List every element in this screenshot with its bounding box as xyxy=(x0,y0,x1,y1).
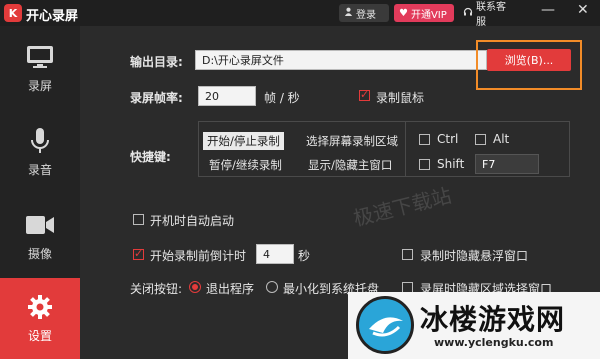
heart-icon: ♥ xyxy=(399,7,408,19)
hotkey-key-value: F7 xyxy=(482,157,496,171)
ctrl-label: Ctrl xyxy=(437,132,459,146)
login-button[interactable]: 登录 xyxy=(339,4,389,22)
countdown-input[interactable]: 4 xyxy=(256,244,294,264)
shift-label: Shift xyxy=(437,157,465,171)
minimize-tray-radio[interactable] xyxy=(266,281,278,293)
hotkey-label: 快捷键: xyxy=(130,150,171,164)
countdown-label: 开始录制前倒计时 xyxy=(150,249,247,263)
hotkey-action-select-region[interactable]: 选择屏幕录制区域 xyxy=(306,133,398,149)
vip-label: 开通VIP xyxy=(410,9,447,21)
brand-name: 冰楼游戏网 xyxy=(420,303,566,336)
gear-icon xyxy=(25,293,55,321)
monitor-icon xyxy=(25,43,55,71)
fps-input[interactable]: 20 xyxy=(198,86,256,106)
hotkey-action-start-stop[interactable]: 开始/停止录制 xyxy=(203,132,284,150)
minimize-icon[interactable]: — xyxy=(541,2,555,18)
title-bar: K 开心录屏 登录 ♥ 开通VIP 联系客服 — ✕ xyxy=(0,0,600,28)
sidebar-label: 设置 xyxy=(27,329,52,343)
close-icon[interactable]: ✕ xyxy=(577,2,589,18)
output-dir-label: 输出目录: xyxy=(130,55,183,69)
record-mouse-checkbox[interactable] xyxy=(359,88,370,101)
sidebar: 录屏 录音 摄像 设置 xyxy=(0,26,80,359)
sidebar-label: 录音 xyxy=(27,162,52,177)
login-label: 登录 xyxy=(356,9,376,21)
output-dir-value: D:\开心录屏文件 xyxy=(202,54,284,67)
video-camera-icon xyxy=(25,211,55,239)
microphone-icon xyxy=(25,127,55,155)
watermark-text: 极速下载站 xyxy=(350,183,454,231)
app-logo-glyph: K xyxy=(8,6,18,20)
sidebar-item-camera[interactable]: 摄像 xyxy=(0,194,80,278)
brand-logo-icon xyxy=(356,296,414,354)
brand-banner: 冰楼游戏网 www.yclengku.com xyxy=(348,292,600,359)
ctrl-checkbox[interactable] xyxy=(419,134,430,145)
hide-float-label: 录制时隐藏悬浮窗口 xyxy=(420,249,529,263)
sidebar-label: 录屏 xyxy=(27,78,52,93)
vip-button[interactable]: ♥ 开通VIP xyxy=(394,4,454,22)
countdown-checkbox[interactable] xyxy=(133,247,144,260)
record-mouse-label: 录制鼠标 xyxy=(376,91,425,105)
hotkey-action-show-hide[interactable]: 显示/隐藏主窗口 xyxy=(308,157,392,173)
sidebar-item-record-screen[interactable]: 录屏 xyxy=(0,26,80,110)
countdown-value: 4 xyxy=(263,247,270,261)
fps-label: 录屏帧率: xyxy=(130,91,183,105)
app-title: 开心录屏 xyxy=(26,9,79,24)
alt-label: Alt xyxy=(493,132,510,146)
autostart-label: 开机时自动启动 xyxy=(150,214,235,228)
sidebar-label: 摄像 xyxy=(27,246,52,261)
hotkey-action-pause-resume[interactable]: 暂停/继续录制 xyxy=(209,157,282,173)
support-label: 联系客服 xyxy=(476,2,506,28)
app-logo: K xyxy=(4,4,22,22)
countdown-unit: 秒 xyxy=(298,249,311,263)
hotkey-key-input[interactable]: F7 xyxy=(475,154,539,174)
hide-float-checkbox[interactable] xyxy=(402,249,413,260)
fps-value: 20 xyxy=(205,89,219,103)
support-button[interactable]: 联系客服 xyxy=(458,2,516,28)
alt-checkbox[interactable] xyxy=(475,134,486,145)
brand-url: www.yclengku.com xyxy=(434,336,554,349)
user-icon xyxy=(344,7,353,19)
browse-button[interactable]: 浏览(B)... xyxy=(487,49,571,71)
exit-program-radio[interactable] xyxy=(189,281,201,293)
output-dir-field[interactable]: D:\开心录屏文件 xyxy=(195,50,487,70)
headset-icon xyxy=(463,7,473,20)
close-button-label: 关闭按钮: xyxy=(130,282,183,296)
sidebar-item-settings[interactable]: 设置 xyxy=(0,278,80,359)
sidebar-item-record-audio[interactable]: 录音 xyxy=(0,110,80,194)
exit-program-label: 退出程序 xyxy=(206,282,255,296)
fps-unit: 帧 / 秒 xyxy=(264,91,300,105)
shift-checkbox[interactable] xyxy=(419,159,430,170)
hotkey-divider xyxy=(405,121,406,177)
autostart-checkbox[interactable] xyxy=(133,214,144,225)
